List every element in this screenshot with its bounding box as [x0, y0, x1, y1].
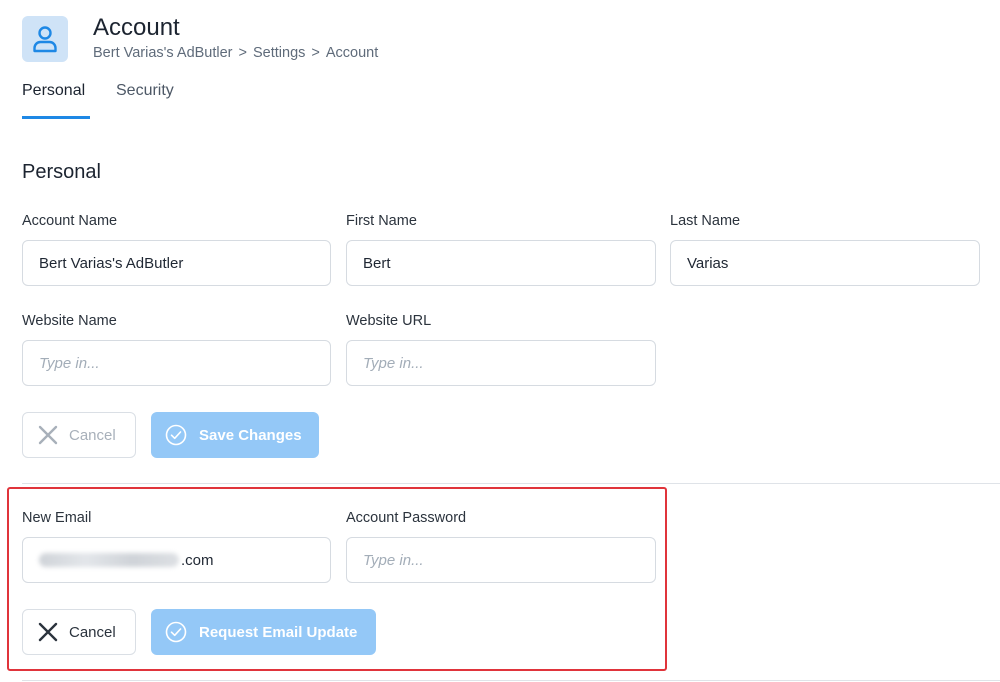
website-url-placeholder: Type in...: [363, 354, 424, 372]
annotation-highlight-box: [7, 487, 667, 671]
breadcrumb-separator: >: [311, 45, 320, 61]
personal-cancel-label: Cancel: [69, 426, 116, 444]
account-name-input[interactable]: Bert Varias's AdButler: [22, 240, 331, 286]
website-name-placeholder: Type in...: [39, 354, 100, 372]
website-url-input[interactable]: Type in...: [346, 340, 656, 386]
tab-security[interactable]: Security: [116, 82, 174, 119]
website-name-label: Website Name: [22, 313, 117, 329]
breadcrumb-item-workspace[interactable]: Bert Varias's AdButler: [93, 45, 233, 61]
personal-cancel-button[interactable]: Cancel: [22, 412, 136, 458]
last-name-value: Varias: [687, 254, 729, 272]
breadcrumb: Bert Varias's AdButler > Settings > Account: [93, 45, 378, 61]
page-title: Account: [93, 14, 180, 41]
save-changes-label: Save Changes: [199, 426, 302, 444]
close-icon: [38, 425, 58, 445]
last-name-label: Last Name: [670, 213, 741, 229]
check-circle-icon: [165, 424, 187, 446]
tab-personal[interactable]: Personal: [22, 82, 85, 119]
save-changes-button[interactable]: Save Changes: [151, 412, 319, 458]
active-tab-indicator: [22, 116, 90, 119]
first-name-input[interactable]: Bert: [346, 240, 656, 286]
last-name-input[interactable]: Varias: [670, 240, 980, 286]
breadcrumb-separator: >: [238, 45, 247, 61]
breadcrumb-item-settings[interactable]: Settings: [253, 45, 305, 61]
user-icon: [33, 26, 57, 53]
website-url-label: Website URL: [346, 313, 432, 329]
account-header-icon: [22, 16, 68, 62]
breadcrumb-item-account: Account: [325, 45, 379, 61]
section-title-personal: Personal: [22, 161, 101, 183]
first-name-label: First Name: [346, 213, 417, 229]
website-name-input[interactable]: Type in...: [22, 340, 331, 386]
section-divider: [22, 680, 1000, 681]
first-name-value: Bert: [363, 254, 391, 272]
account-name-value: Bert Varias's AdButler: [39, 254, 184, 272]
section-divider: [22, 483, 1000, 484]
account-name-label: Account Name: [22, 213, 118, 229]
